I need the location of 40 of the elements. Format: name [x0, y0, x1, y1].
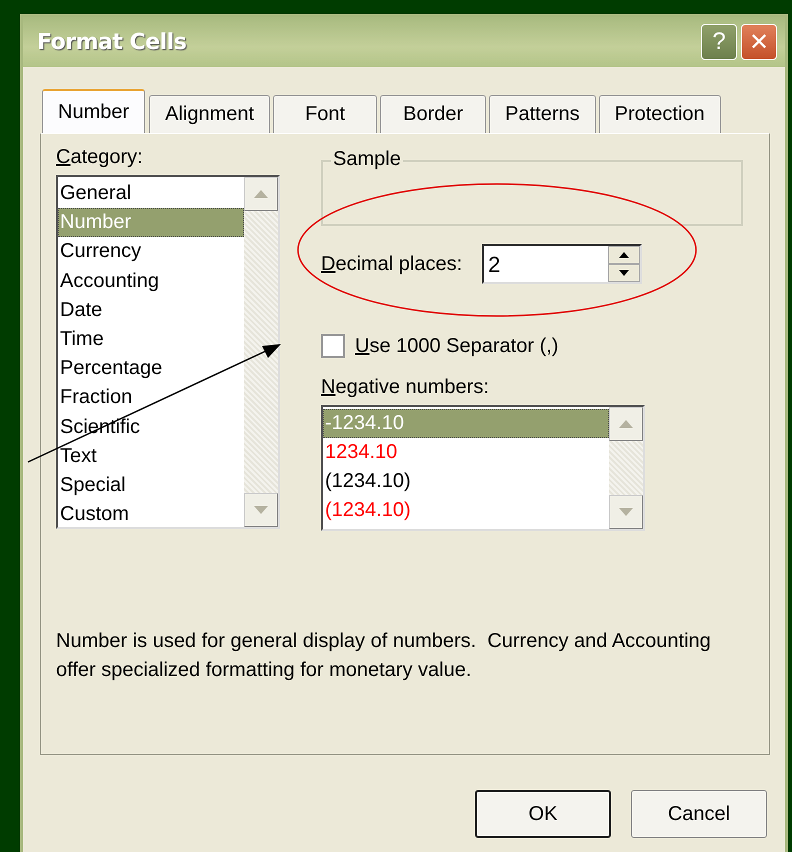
spin-down-icon[interactable] — [608, 264, 640, 282]
category-item[interactable]: Date — [58, 296, 244, 325]
negative-number-item[interactable]: (1234.10) — [323, 467, 609, 496]
decimal-places-label: Decimal places: — [321, 252, 462, 276]
decimal-places-field[interactable]: 2 — [482, 244, 642, 284]
scroll-down-icon[interactable] — [244, 493, 278, 527]
scrollbar[interactable] — [244, 177, 278, 527]
tab[interactable]: Number — [42, 89, 146, 133]
negative-number-item[interactable]: 1234.10 — [323, 438, 609, 467]
category-item[interactable]: Text — [58, 442, 244, 471]
ok-button[interactable]: OK — [475, 790, 611, 838]
category-item[interactable]: General — [58, 179, 244, 208]
category-item[interactable]: Fraction — [58, 383, 244, 412]
category-item[interactable]: Special — [58, 470, 244, 500]
tab[interactable]: Alignment — [149, 95, 270, 133]
category-label: Category: — [56, 146, 144, 169]
category-item[interactable]: Currency — [58, 237, 244, 267]
negative-numbers-list[interactable]: -1234.10 1234.10 (1234.10) (1234.10) — [321, 405, 645, 531]
tab[interactable]: Font — [273, 95, 378, 133]
description-text: Number is used for general display of numbers. Currency and Accounting offer specialized formatting for monetary value. — [56, 629, 712, 683]
separator-label: Use 1000 Separator (,) — [355, 334, 558, 358]
negative-number-item[interactable]: (1234.10) — [323, 496, 609, 525]
spin-up-icon[interactable] — [608, 246, 640, 264]
scroll-down-icon[interactable] — [609, 495, 643, 529]
category-item[interactable]: Time — [58, 324, 244, 354]
scroll-up-icon[interactable] — [609, 407, 643, 441]
category-item[interactable]: Percentage — [58, 354, 244, 384]
window-title: Format Cells — [37, 30, 186, 54]
scroll-up-icon[interactable] — [244, 177, 278, 211]
tab[interactable]: Protection — [598, 95, 721, 133]
close-button[interactable]: ✕ — [741, 24, 777, 60]
category-item[interactable]: Accounting — [58, 266, 244, 296]
scrollbar[interactable] — [609, 407, 643, 529]
negative-numbers-label: Negative numbers: — [321, 376, 490, 399]
tab[interactable]: Patterns — [489, 95, 596, 133]
sample-label: Sample — [331, 148, 403, 171]
separator-checkbox[interactable] — [321, 334, 345, 358]
tab[interactable]: Border — [380, 95, 486, 133]
category-item[interactable]: Custom — [58, 500, 244, 530]
cancel-button[interactable]: Cancel — [631, 790, 767, 838]
